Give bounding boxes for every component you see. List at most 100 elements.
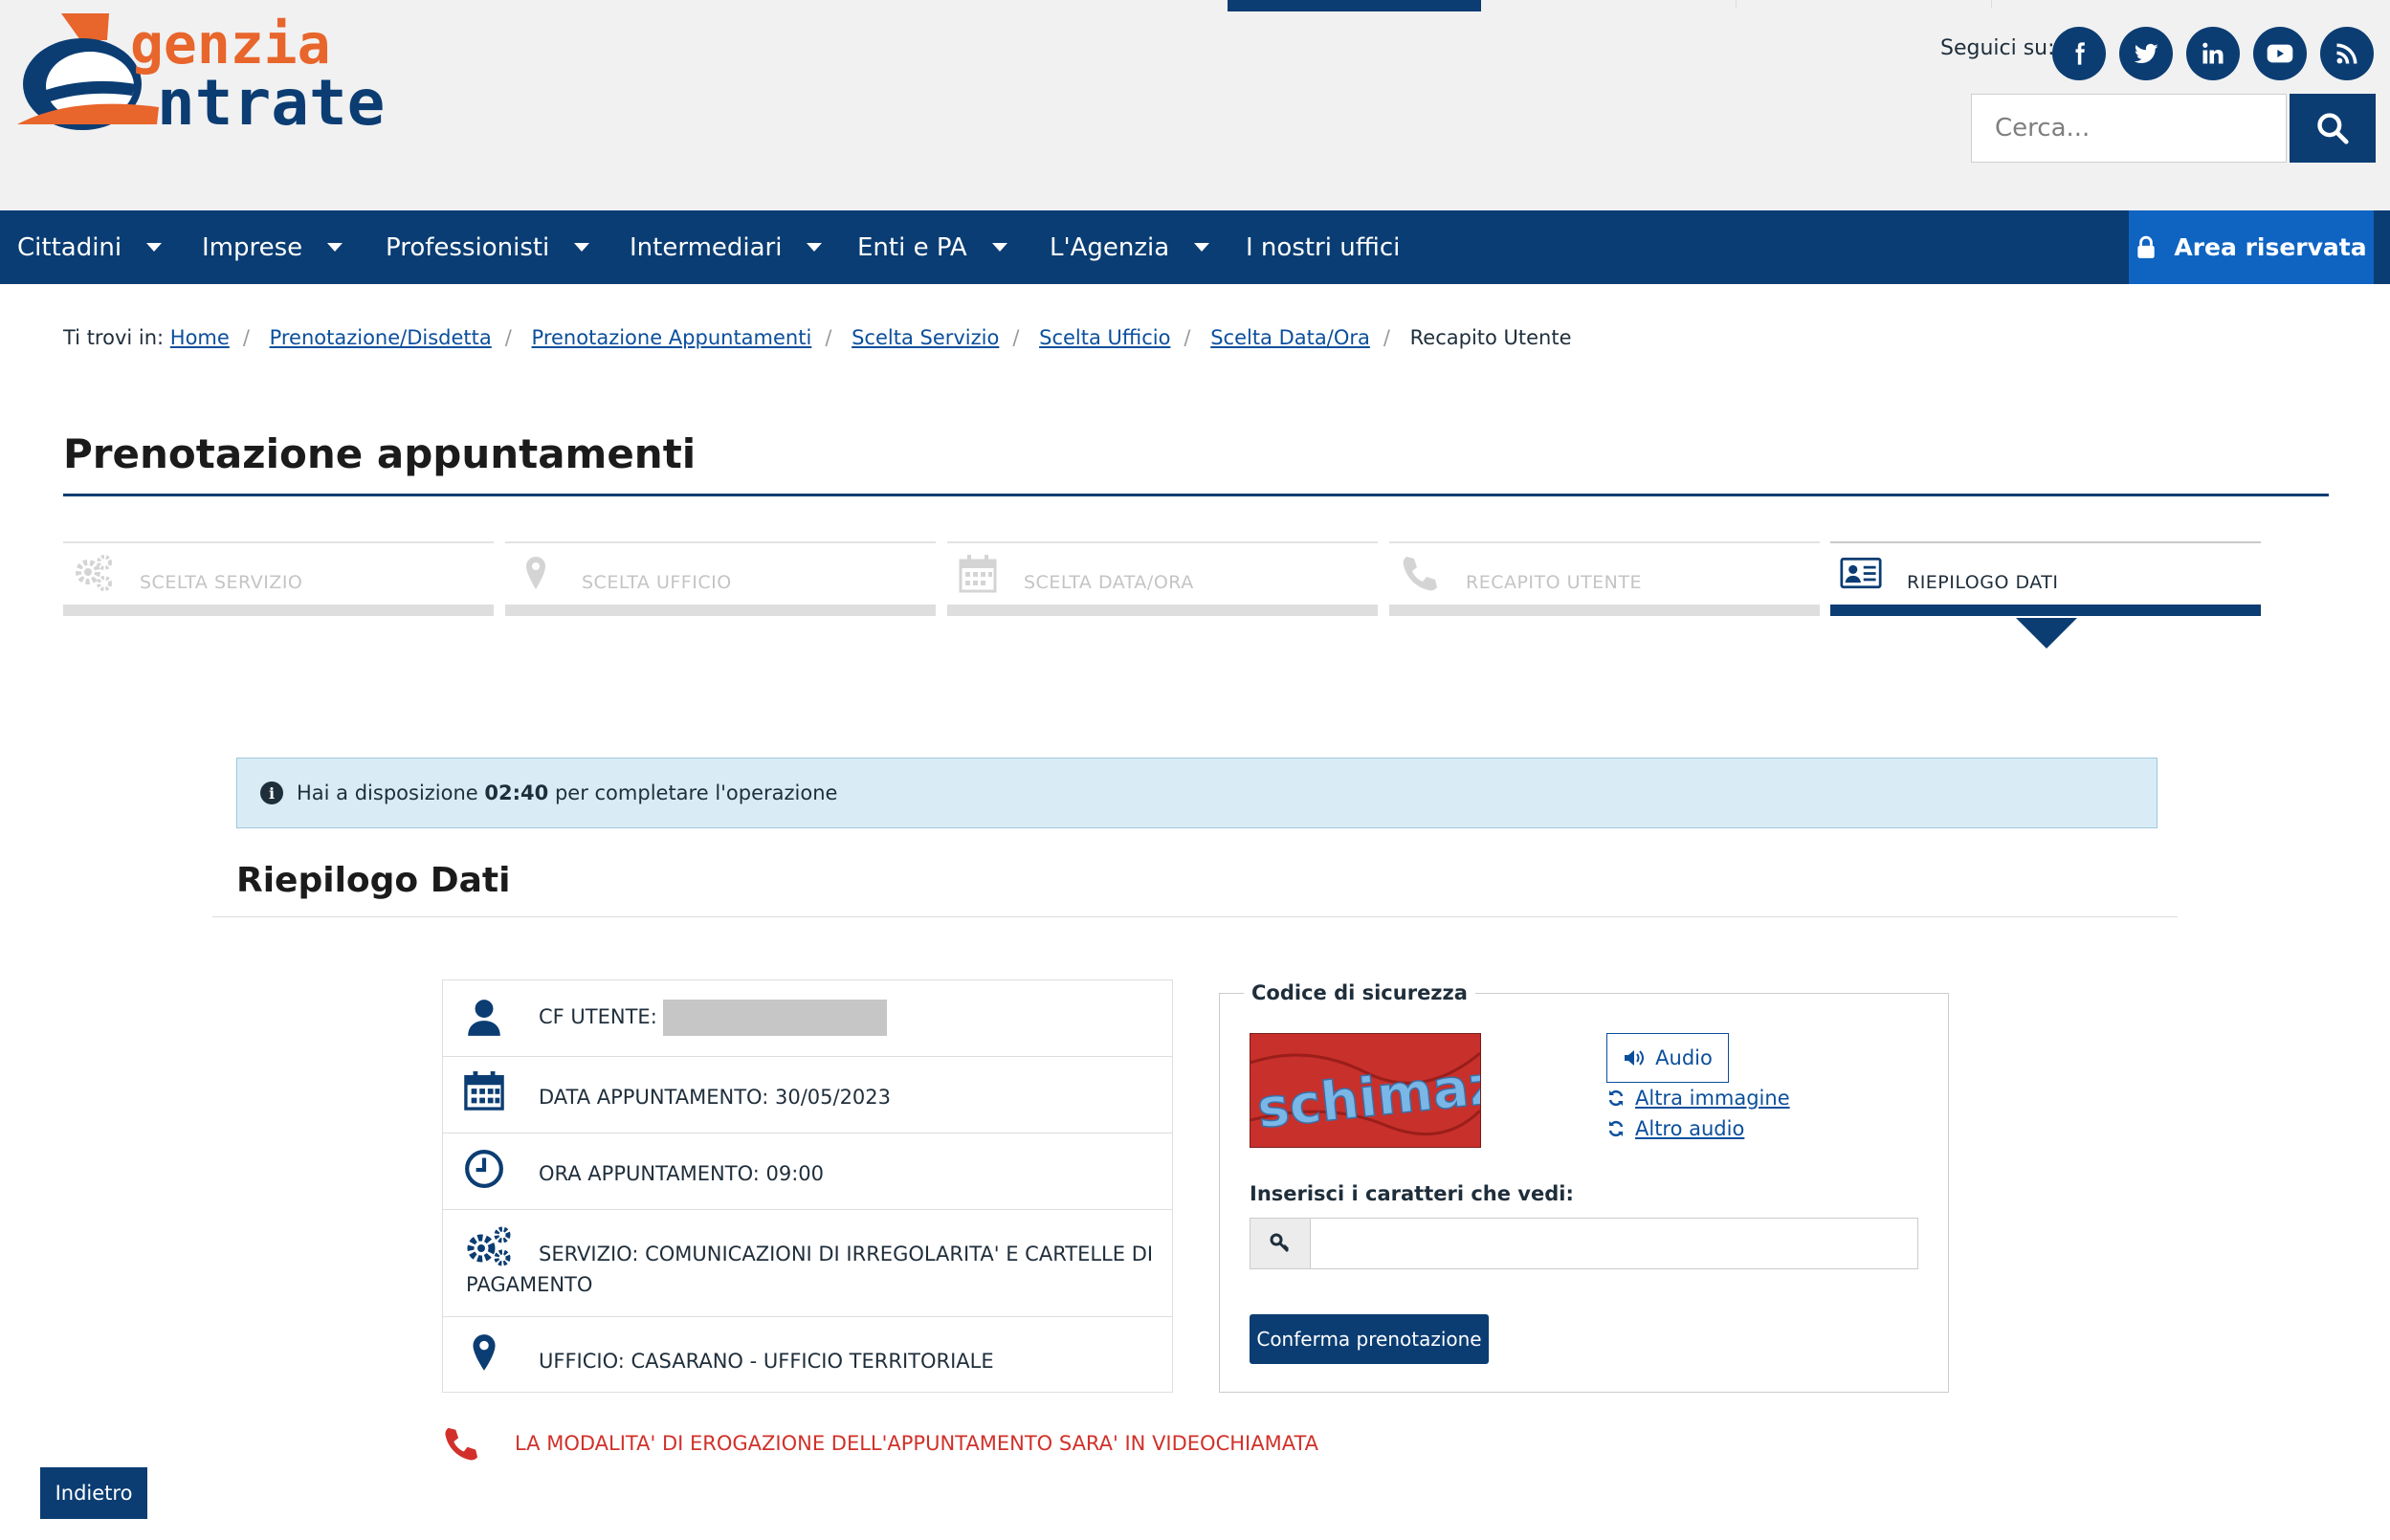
title-divider	[63, 494, 2329, 496]
nav-item-intermediari[interactable]: Intermediari	[630, 210, 823, 284]
youtube-icon[interactable]	[2253, 27, 2307, 80]
section-divider	[212, 916, 2178, 917]
breadcrumb-link-scelta-ufficio[interactable]: Scelta Ufficio	[1039, 326, 1170, 349]
video-call-note: LA MODALITA' DI EROGAZIONE DELL'APPUNTAM…	[442, 1425, 1318, 1462]
caret-down-icon	[991, 243, 1007, 252]
step-progress-bar	[63, 605, 494, 616]
info-icon: i	[260, 781, 283, 804]
step-riepilogo-dati: RIEPILOGO DATI	[1830, 541, 2261, 616]
nav-label: I nostri uffici	[1246, 232, 1401, 262]
caret-down-icon	[807, 243, 823, 252]
breadcrumb-link-scelta-servizio[interactable]: Scelta Servizio	[852, 326, 999, 349]
cf-label: CF UTENTE:	[539, 1005, 657, 1028]
section-title: Riepilogo Dati	[236, 861, 511, 900]
nav-item-professionisti[interactable]: Professionisti	[386, 210, 590, 284]
caret-down-icon	[1194, 243, 1210, 252]
page-title: Prenotazione appuntamenti	[63, 430, 697, 477]
nav-item-enti-pa[interactable]: Enti e PA	[857, 210, 1007, 284]
area-riservata-button[interactable]: Area riservata	[2129, 210, 2374, 284]
agenzia-entrate-logo[interactable]: genzia ntrate	[13, 8, 415, 140]
conferma-prenotazione-button[interactable]: Conferma prenotazione	[1250, 1314, 1489, 1364]
facebook-icon[interactable]	[2052, 27, 2106, 80]
nav-item-cittadini[interactable]: Cittadini	[17, 210, 163, 284]
breadcrumb-separator: /	[242, 326, 250, 349]
altra-immagine-link[interactable]: Altra immagine	[1606, 1087, 1790, 1110]
summary-row-ora: ORA APPUNTAMENTO: 09:00	[443, 1133, 1172, 1210]
caret-down-icon	[574, 243, 590, 252]
caret-down-icon	[327, 243, 343, 252]
logo-text-bottom: ntrate	[157, 66, 385, 132]
step-label: RIEPILOGO DATI	[1907, 572, 2059, 593]
altro-audio-label: Altro audio	[1635, 1117, 1745, 1140]
rss-icon[interactable]	[2320, 27, 2374, 80]
cf-redacted-value	[662, 1000, 887, 1036]
servizio-text-continued: PAGAMENTO	[466, 1273, 593, 1296]
search-input[interactable]	[1971, 94, 2287, 163]
logo-emblem: genzia ntrate	[17, 11, 385, 140]
alert-suffix: per completare l'operazione	[554, 781, 838, 804]
breadcrumb-link-scelta-data-ora[interactable]: Scelta Data/Ora	[1210, 326, 1370, 349]
breadcrumb-current: Recapito Utente	[1409, 326, 1572, 349]
gears-icon	[467, 1226, 511, 1266]
breadcrumb-prefix: Ti trovi in:	[63, 326, 165, 349]
nav-label: Imprese	[202, 232, 303, 262]
servizio-text: SERVIZIO: COMUNICAZIONI DI IRREGOLARITA'…	[539, 1243, 1154, 1265]
nav-item-nostri-uffici[interactable]: I nostri uffici	[1246, 210, 1400, 284]
top-tab[interactable]	[1481, 0, 1737, 8]
nav-item-imprese[interactable]: Imprese	[202, 210, 343, 284]
breadcrumb-link-prenotazione-appuntamenti[interactable]: Prenotazione Appuntamenti	[532, 326, 812, 349]
main-nav: Cittadini Imprese Professionisti Interme…	[0, 210, 2390, 284]
captcha-input-label: Inserisci i caratteri che vedi:	[1250, 1182, 1574, 1205]
data-label: DATA APPUNTAMENTO:	[539, 1086, 769, 1109]
audio-button[interactable]: Audio	[1606, 1033, 1729, 1083]
refresh-icon	[1608, 1089, 1624, 1107]
user-icon	[468, 1000, 500, 1036]
map-pin-icon	[473, 1334, 496, 1371]
top-tab[interactable]	[1737, 0, 1992, 8]
step-scelta-data-ora: SCELTA DATA/ORA	[947, 541, 1378, 616]
summary-row-ufficio: UFFICIO: CASARANO - UFFICIO TERRITORIALE	[443, 1317, 1172, 1394]
clock-icon	[465, 1150, 503, 1188]
step-recapito-utente: RECAPITO UTENTE	[1389, 541, 1820, 616]
top-tab-active[interactable]	[1228, 0, 1481, 11]
data-value: 30/05/2023	[774, 1086, 892, 1109]
captcha-input[interactable]	[1310, 1218, 1918, 1269]
follow-label: Seguici su:	[1940, 36, 2055, 60]
twitter-icon[interactable]	[2119, 27, 2173, 80]
nav-label: Enti e PA	[857, 232, 967, 262]
summary-row-servizio: SERVIZIO: COMUNICAZIONI DI IRREGOLARITA'…	[443, 1210, 1172, 1317]
indietro-button[interactable]: Indietro	[40, 1467, 147, 1519]
step-progress-bar	[1389, 605, 1820, 616]
refresh-icon	[1608, 1120, 1624, 1137]
step-label: SCELTA DATA/ORA	[1024, 572, 1194, 593]
captcha-text: schimaze	[1254, 1049, 1480, 1140]
ora-label: ORA APPUNTAMENTO:	[539, 1162, 760, 1185]
lock-icon	[2137, 235, 2156, 258]
linkedin-icon[interactable]	[2186, 27, 2240, 80]
step-label: SCELTA SERVIZIO	[140, 572, 303, 593]
alert-text: Hai a disposizione 02:40 per completare …	[297, 781, 837, 804]
gears-icon	[76, 555, 112, 591]
nav-label: L'Agenzia	[1050, 232, 1170, 262]
caret-down-icon	[146, 243, 163, 252]
step-progress-bar	[1830, 605, 2261, 616]
nav-item-agenzia[interactable]: L'Agenzia	[1050, 210, 1210, 284]
search-button[interactable]	[2290, 94, 2376, 163]
map-pin-icon	[526, 557, 545, 589]
audio-label: Audio	[1655, 1046, 1713, 1069]
id-card-icon	[1840, 558, 1882, 589]
ora-value: 09:00	[765, 1162, 825, 1185]
phone-icon	[445, 1427, 478, 1461]
breadcrumb-link-home[interactable]: Home	[170, 326, 230, 349]
breadcrumb-separator: /	[1383, 326, 1390, 349]
site-header: genzia ntrate Seguici su:	[0, 0, 2390, 210]
cf-text: CF UTENTE:	[539, 1000, 887, 1036]
breadcrumb-link-prenotazione-disdetta[interactable]: Prenotazione/Disdetta	[270, 326, 492, 349]
altro-audio-link[interactable]: Altro audio	[1606, 1117, 1744, 1140]
active-step-indicator	[2016, 618, 2077, 649]
data-appuntamento-text: DATA APPUNTAMENTO: 30/05/2023	[539, 1086, 891, 1109]
speaker-icon	[1625, 1050, 1645, 1066]
summary-panel: CF UTENTE: DATA APPUNTAMENTO: 30/05/2023…	[442, 979, 1173, 1393]
step-progress-bar	[505, 605, 936, 616]
breadcrumb-separator: /	[825, 326, 832, 349]
